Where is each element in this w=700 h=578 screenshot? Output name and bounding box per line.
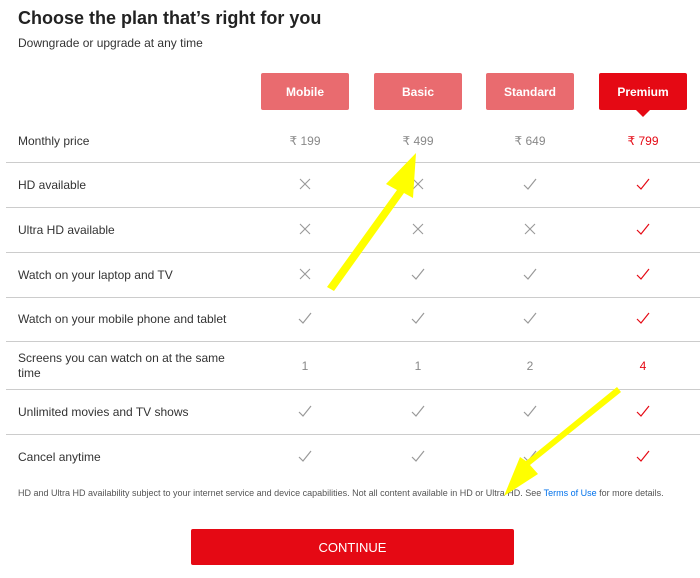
plan-value: ₹ 799 xyxy=(627,134,659,148)
check-icon xyxy=(500,404,560,421)
terms-of-use-link[interactable]: Terms of Use xyxy=(544,488,597,498)
check-icon xyxy=(275,449,335,466)
feature-label: Monthly price xyxy=(18,133,90,148)
plan-basic-button[interactable]: Basic xyxy=(374,73,462,110)
check-icon xyxy=(275,311,335,328)
check-icon xyxy=(500,177,560,194)
page-subtitle: Downgrade or upgrade at any time xyxy=(18,36,203,50)
feature-row: Watch on your laptop and TV xyxy=(6,253,700,298)
feature-label: Cancel anytime xyxy=(18,450,101,464)
plan-value: ₹ 649 xyxy=(514,134,546,148)
feature-row: Ultra HD available xyxy=(6,208,700,253)
feature-row: Screens you can watch on at the same tim… xyxy=(6,342,700,390)
continue-button[interactable]: CONTINUE xyxy=(191,529,514,565)
check-icon xyxy=(613,404,673,421)
feature-row: Unlimited movies and TV shows xyxy=(6,390,700,435)
plan-value: 1 xyxy=(301,358,309,373)
check-icon xyxy=(388,449,448,466)
feature-label: Screens you can watch on at the same tim… xyxy=(18,350,225,380)
page-title: Choose the plan that’s right for you xyxy=(18,8,322,28)
check-icon xyxy=(613,222,673,239)
plan-premium-button[interactable]: Premium xyxy=(599,73,687,117)
cross-icon xyxy=(275,222,335,239)
feature-row: Monthly price ₹ 199 ₹ 499 ₹ 649 ₹ 799 xyxy=(6,120,700,163)
plan-mobile-button[interactable]: Mobile xyxy=(261,73,349,110)
check-icon xyxy=(613,267,673,284)
cross-icon xyxy=(388,177,448,194)
feature-label: Watch on your laptop and TV xyxy=(18,267,173,282)
cross-icon xyxy=(275,177,335,194)
cross-icon xyxy=(275,267,335,284)
check-icon xyxy=(500,449,560,466)
plan-value: ₹ 499 xyxy=(402,134,434,148)
check-icon xyxy=(275,404,335,421)
feature-row: Watch on your mobile phone and tablet xyxy=(6,298,700,342)
feature-row: HD available xyxy=(6,163,700,208)
check-icon xyxy=(388,404,448,421)
check-icon xyxy=(613,177,673,194)
plan-standard-button[interactable]: Standard xyxy=(486,73,574,110)
feature-label: Watch on your mobile phone and tablet xyxy=(18,312,227,326)
check-icon xyxy=(500,311,560,328)
check-icon xyxy=(613,449,673,466)
check-icon xyxy=(613,311,673,328)
plan-value: 1 xyxy=(414,358,422,373)
plan-value: 2 xyxy=(526,358,534,373)
availability-note: HD and Ultra HD availability subject to … xyxy=(18,488,664,498)
check-icon xyxy=(388,311,448,328)
feature-label: Ultra HD available xyxy=(18,222,115,237)
cross-icon xyxy=(388,222,448,239)
cross-icon xyxy=(500,222,560,239)
plan-value: ₹ 199 xyxy=(289,134,321,148)
feature-row: Cancel anytime xyxy=(6,435,700,480)
feature-label: HD available xyxy=(18,177,87,192)
check-icon xyxy=(388,267,448,284)
feature-label: Unlimited movies and TV shows xyxy=(18,404,189,419)
check-icon xyxy=(500,267,560,284)
plan-value: 4 xyxy=(639,358,647,373)
